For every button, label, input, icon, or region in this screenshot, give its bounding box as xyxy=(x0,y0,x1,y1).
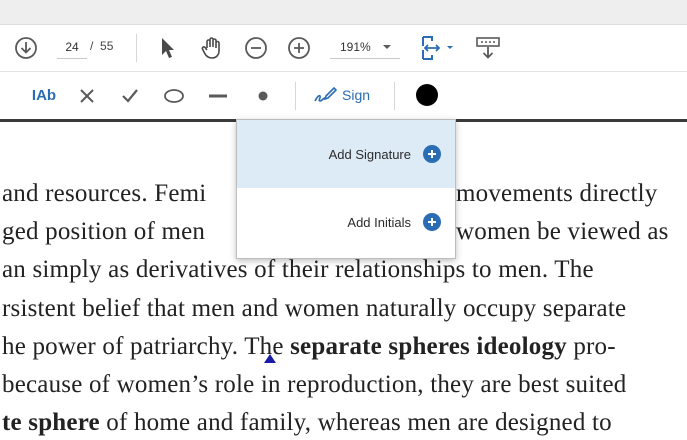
zoom-value: 191% xyxy=(340,40,371,54)
page-display-icon[interactable] xyxy=(474,36,502,60)
toolbar-divider xyxy=(136,34,137,62)
document-line: movements directly xyxy=(456,180,658,207)
document-line: rsistent belief that men and women natur… xyxy=(2,295,627,322)
page-total: / 55 xyxy=(90,39,114,53)
x-icon[interactable] xyxy=(76,85,98,107)
download-circle-icon[interactable] xyxy=(14,36,38,60)
add-signature-menu-item[interactable]: Add Signature xyxy=(237,120,455,188)
ink-color-swatch[interactable] xyxy=(416,84,438,106)
document-line: and resources. Femi xyxy=(2,180,207,207)
signature-menu: Add Signature Add Initials xyxy=(236,119,456,259)
text-tool-label: IAb xyxy=(31,86,57,104)
fit-page-icon[interactable] xyxy=(420,34,456,62)
plus-circle-icon xyxy=(423,145,441,163)
page-number-input[interactable] xyxy=(57,36,87,59)
document-line: te sphere of home and family, whereas me… xyxy=(2,409,612,436)
zoom-out-icon[interactable] xyxy=(244,36,268,60)
document-line: women be viewed as xyxy=(456,218,669,245)
sign-button[interactable]: Sign xyxy=(312,82,370,108)
toolbar-divider xyxy=(295,82,296,110)
toolbar-divider xyxy=(394,82,395,110)
ellipse-icon[interactable] xyxy=(161,86,187,106)
window-top-strip xyxy=(0,0,687,25)
text-tool[interactable]: IAb xyxy=(30,84,58,106)
document-line: ged position of men xyxy=(2,218,206,245)
add-signature-label: Add Signature xyxy=(328,146,411,162)
document-line: because of women’s role in reproduction,… xyxy=(2,371,627,398)
plus-circle-icon xyxy=(423,213,441,231)
line-icon[interactable] xyxy=(205,86,231,106)
pen-sign-icon xyxy=(312,83,338,107)
add-initials-label: Add Initials xyxy=(347,214,411,230)
add-initials-menu-item[interactable]: Add Initials xyxy=(237,188,455,256)
text-insertion-caret xyxy=(264,354,276,363)
zoom-in-icon[interactable] xyxy=(287,36,311,60)
dot-icon[interactable] xyxy=(253,86,273,106)
checkmark-icon[interactable] xyxy=(118,85,142,107)
zoom-select[interactable]: 191% xyxy=(330,36,400,59)
chevron-down-icon[interactable] xyxy=(382,43,392,51)
sign-button-label: Sign xyxy=(342,87,371,103)
hand-pan-icon[interactable] xyxy=(199,34,225,62)
cursor-arrow-icon[interactable] xyxy=(157,35,179,61)
document-line: he power of patriarchy. The separate sph… xyxy=(2,333,616,360)
document-line: an simply as derivatives of their relati… xyxy=(2,256,594,283)
